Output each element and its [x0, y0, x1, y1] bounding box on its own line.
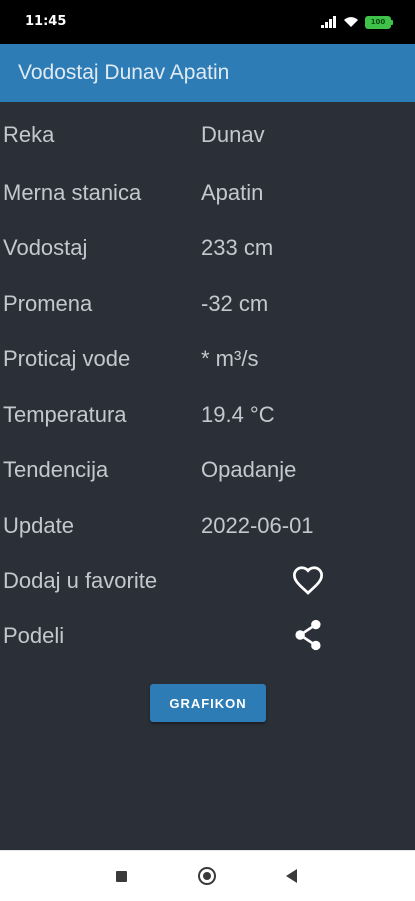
- merna-stanica-label: Merna stanica: [3, 180, 142, 205]
- grafikon-button[interactable]: GRAFIKON: [150, 684, 266, 722]
- vodostaj-label: Vodostaj: [3, 235, 88, 260]
- wifi-icon: [344, 17, 358, 27]
- update-label: Update: [3, 513, 74, 538]
- share-label: Podeli: [3, 623, 65, 648]
- signal-icon: [321, 16, 336, 28]
- heart-outline-icon: [292, 566, 324, 595]
- nav-bar: [0, 850, 415, 901]
- share-button[interactable]: [288, 617, 328, 653]
- temperatura-label: Temperatura: [3, 402, 127, 427]
- promena-label: Promena: [3, 291, 93, 316]
- merna-stanica-value: Apatin: [201, 180, 264, 205]
- status-icons: 100: [321, 14, 393, 30]
- row-update: Update 2022-06-01: [0, 505, 415, 545]
- promena-value: -32 cm: [201, 291, 269, 316]
- app-title: Vodostaj Dunav Apatin: [18, 61, 230, 84]
- app-bar: Vodostaj Dunav Apatin: [0, 44, 415, 102]
- favorite-label: Dodaj u favorite: [3, 568, 158, 593]
- status-time: 11:45: [25, 14, 67, 29]
- share-icon: [295, 619, 321, 651]
- proticaj-value: * m³/s: [201, 346, 259, 371]
- tendencija-value: Opadanje: [201, 457, 297, 482]
- row-tendencija: Tendencija Opadanje: [0, 449, 415, 489]
- proticaj-label: Proticaj vode: [3, 346, 131, 371]
- row-promena: Promena -32 cm: [0, 283, 415, 323]
- favorite-button[interactable]: [288, 562, 328, 598]
- row-share: Podeli: [0, 615, 415, 655]
- update-value: 2022-06-01: [201, 513, 314, 538]
- row-merna-stanica: Merna stanica Apatin: [0, 172, 415, 212]
- back-icon[interactable]: [286, 869, 297, 883]
- row-vodostaj: Vodostaj 233 cm: [0, 227, 415, 267]
- tendencija-label: Tendencija: [3, 457, 109, 482]
- battery-level: 100: [370, 18, 386, 26]
- row-proticaj: Proticaj vode * m³/s: [0, 338, 415, 378]
- temperatura-value: 19.4 °C: [201, 402, 275, 427]
- row-temperatura: Temperatura 19.4 °C: [0, 394, 415, 434]
- reka-value: Dunav: [201, 122, 265, 147]
- recent-apps-icon[interactable]: [116, 871, 127, 882]
- row-favorite: Dodaj u favorite: [0, 560, 415, 600]
- status-bar: 11:45 100: [0, 0, 415, 44]
- battery-icon: 100: [365, 15, 393, 29]
- row-reka: Reka Dunav: [0, 114, 415, 154]
- home-icon[interactable]: [198, 867, 216, 885]
- reka-label: Reka: [3, 122, 55, 147]
- vodostaj-value: 233 cm: [201, 235, 274, 260]
